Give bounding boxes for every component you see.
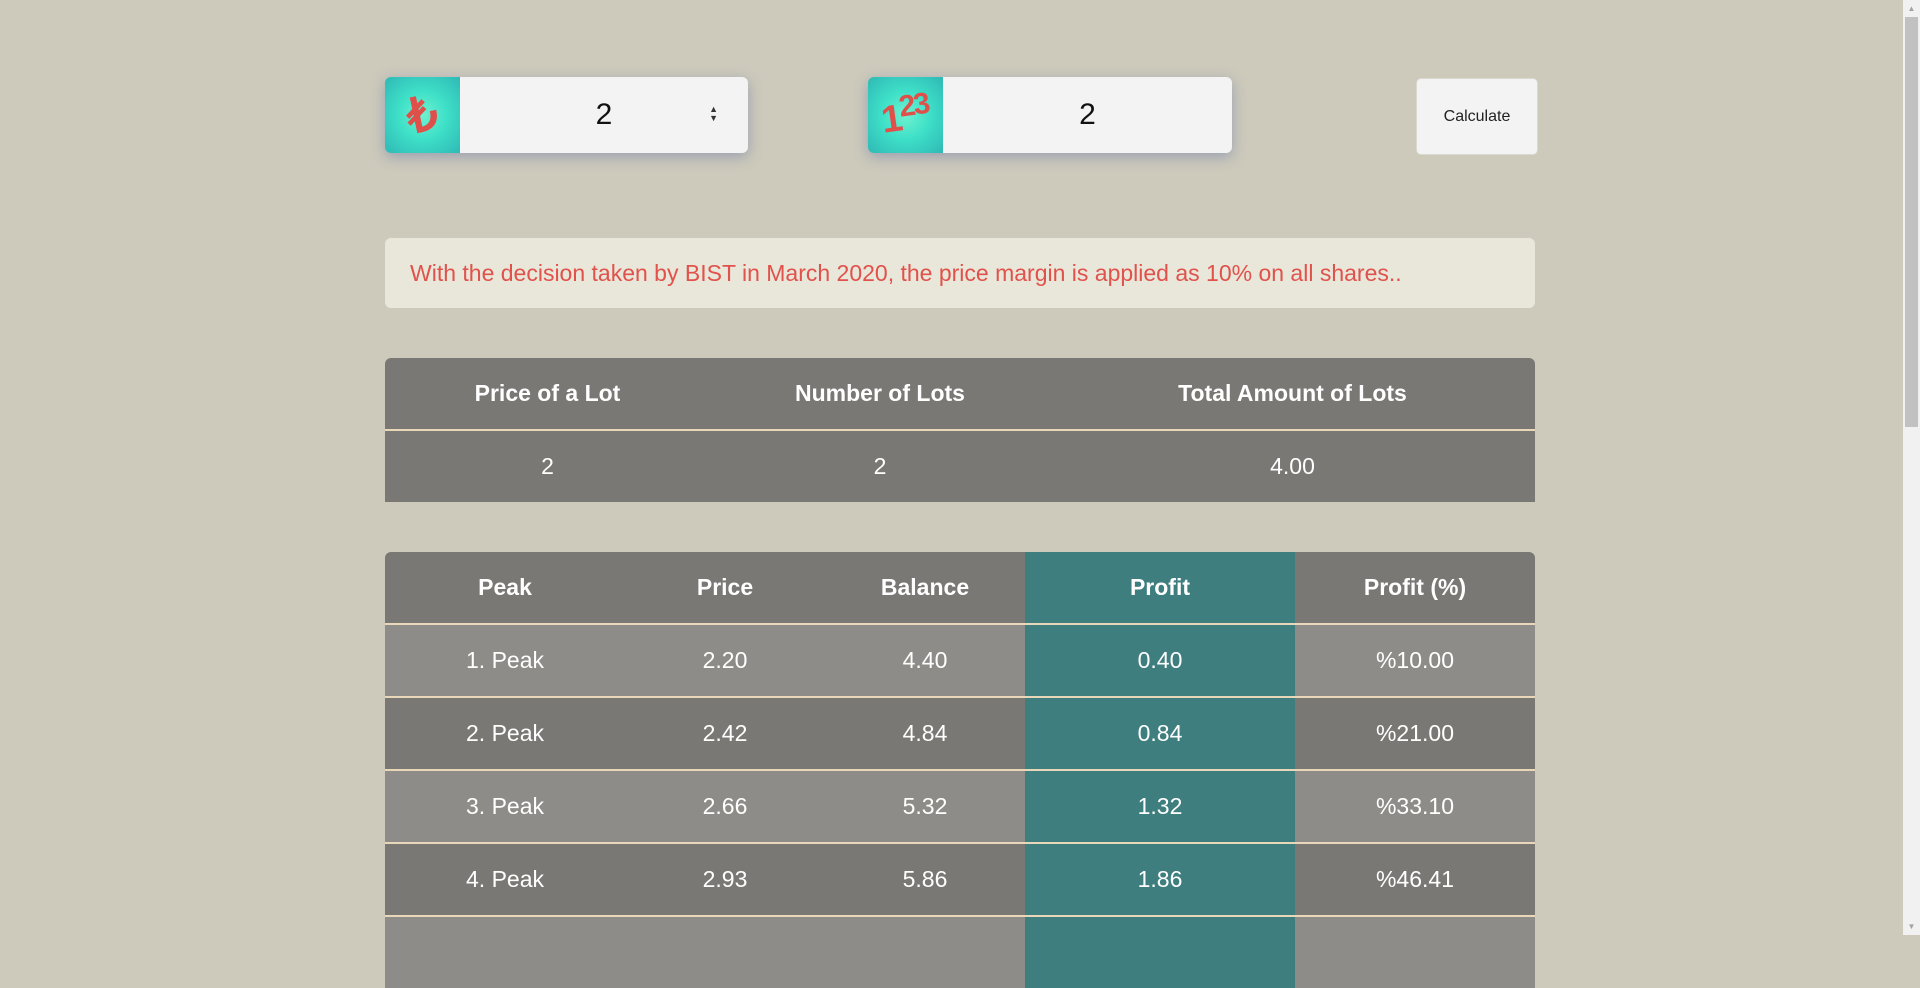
cell-price-of-lot: 2 [541, 453, 554, 479]
cell-price: 2.66 [625, 770, 825, 843]
cell-price: 2.93 [625, 843, 825, 916]
cell-peak: 1. Peak [385, 624, 625, 697]
scroll-down-icon[interactable]: ▼ [1903, 918, 1920, 935]
number-spinner[interactable]: ▲ ▼ [709, 105, 718, 123]
cell-profit-percent: %46.41 [1295, 843, 1535, 916]
summary-header-row: Price of a Lot Number of Lots Total Amou… [385, 358, 1535, 430]
cell-profit-percent: %33.10 [1295, 770, 1535, 843]
calculate-button[interactable]: Calculate [1416, 78, 1538, 155]
cell-balance [825, 916, 1025, 988]
cell-profit-percent: %10.00 [1295, 624, 1535, 697]
cell-profit-percent [1295, 916, 1535, 988]
scrollbar-thumb[interactable] [1905, 17, 1918, 427]
header-number-of-lots: Number of Lots [795, 380, 965, 406]
vertical-scrollbar[interactable]: ▲ ▼ [1903, 0, 1920, 935]
cell-profit [1025, 916, 1295, 988]
cell-price: 2.42 [625, 697, 825, 770]
cell-peak: 4. Peak [385, 843, 625, 916]
header-profit-percent: Profit (%) [1295, 552, 1535, 624]
price-input-group: ₺ 2 ▲ ▼ [385, 77, 748, 153]
summary-row: 2 2 4.00 [385, 430, 1535, 502]
header-total-amount: Total Amount of Lots [1178, 380, 1407, 406]
scroll-up-icon[interactable]: ▲ [1903, 0, 1920, 17]
cell-peak: 3. Peak [385, 770, 625, 843]
cell-profit: 0.84 [1025, 697, 1295, 770]
header-peak: Peak [385, 552, 625, 624]
cell-balance: 5.86 [825, 843, 1025, 916]
numbers-icon: 123 [868, 77, 943, 153]
cell-price: 2.20 [625, 624, 825, 697]
lira-icon: ₺ [385, 77, 460, 153]
lots-input-value: 2 [1079, 98, 1096, 131]
cell-balance: 4.84 [825, 697, 1025, 770]
table-row: 2. Peak 2.42 4.84 0.84 %21.00 [385, 697, 1535, 770]
peaks-header-row: Peak Price Balance Profit Profit (%) [385, 552, 1535, 624]
header-price-of-lot: Price of a Lot [474, 380, 621, 406]
table-row [385, 916, 1535, 988]
header-profit: Profit [1025, 552, 1295, 624]
cell-peak: 2. Peak [385, 697, 625, 770]
peaks-table: Peak Price Balance Profit Profit (%) 1. … [385, 552, 1535, 988]
cell-number-of-lots: 2 [873, 453, 887, 479]
cell-profit: 1.86 [1025, 843, 1295, 916]
header-price: Price [625, 552, 825, 624]
cell-balance: 5.32 [825, 770, 1025, 843]
summary-table: Price of a Lot Number of Lots Total Amou… [385, 358, 1535, 502]
cell-profit: 1.32 [1025, 770, 1295, 843]
lots-input[interactable]: 2 [943, 77, 1232, 153]
price-input[interactable]: 2 ▲ ▼ [460, 77, 748, 153]
cell-profit-percent: %21.00 [1295, 697, 1535, 770]
price-input-value: 2 [595, 98, 613, 131]
spinner-down-icon[interactable]: ▼ [709, 114, 718, 123]
cell-profit: 0.40 [1025, 624, 1295, 697]
cell-price [625, 916, 825, 988]
header-balance: Balance [825, 552, 1025, 624]
lots-input-group: 123 2 [868, 77, 1232, 153]
cell-peak [385, 916, 625, 988]
cell-balance: 4.40 [825, 624, 1025, 697]
table-row: 4. Peak 2.93 5.86 1.86 %46.41 [385, 843, 1535, 916]
table-row: 1. Peak 2.20 4.40 0.40 %10.00 [385, 624, 1535, 697]
cell-total-amount: 4.00 [1270, 453, 1315, 479]
price-margin-notice: With the decision taken by BIST in March… [385, 238, 1535, 308]
table-row: 3. Peak 2.66 5.32 1.32 %33.10 [385, 770, 1535, 843]
